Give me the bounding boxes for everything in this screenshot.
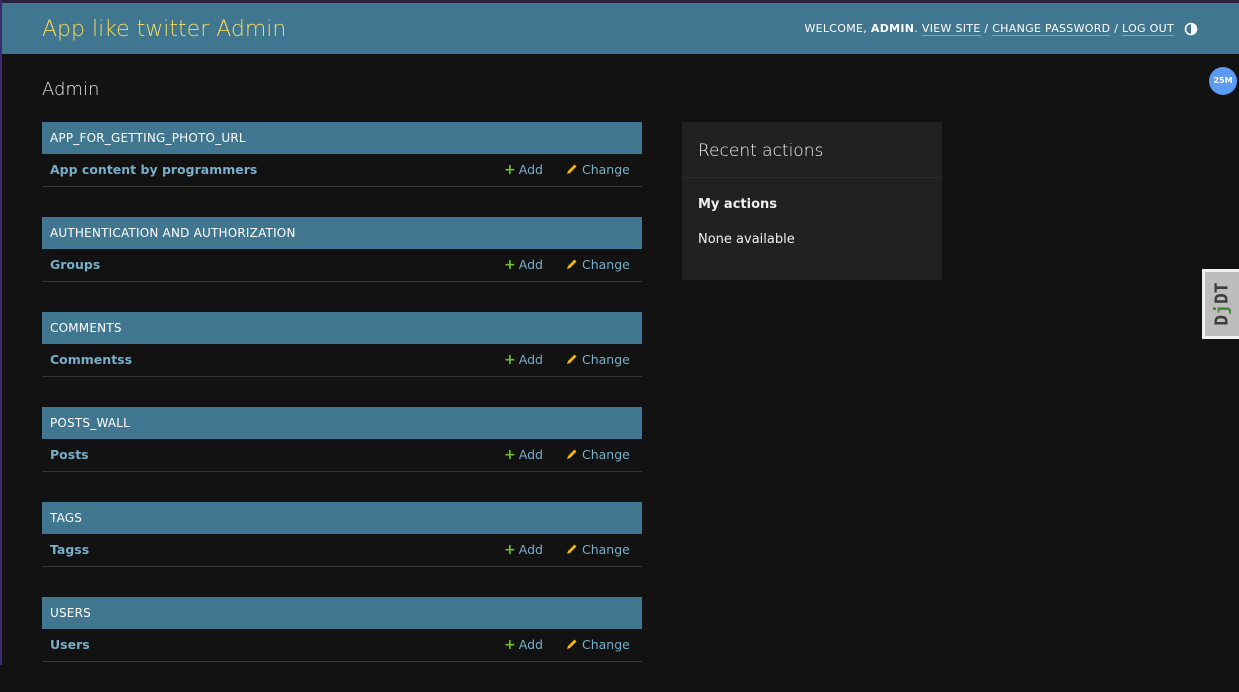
theme-toggle-icon[interactable]: [1184, 22, 1198, 36]
add-button[interactable]: + Add: [504, 542, 543, 558]
model-row: Posts + Add Change: [42, 439, 642, 472]
add-label: Add: [518, 637, 543, 652]
app-caption-link[interactable]: COMMENTS: [42, 312, 642, 344]
change-password-link[interactable]: CHANGE PASSWORD: [992, 22, 1111, 36]
add-label: Add: [518, 542, 543, 557]
pencil-icon: [567, 449, 577, 459]
app-caption-link[interactable]: APP_FOR_GETTING_PHOTO_URL: [42, 122, 642, 154]
change-label: Change: [582, 637, 630, 652]
djdt-logo: DjDT: [1212, 282, 1233, 325]
model-link[interactable]: Users: [50, 637, 90, 652]
change-label: Change: [582, 447, 630, 462]
model-link[interactable]: Groups: [50, 257, 100, 272]
change-button[interactable]: Change: [566, 162, 630, 177]
plus-icon: +: [504, 352, 516, 368]
app-caption-link[interactable]: AUTHENTICATION AND AUTHORIZATION: [42, 217, 642, 249]
admin-header: App like twitter Admin WELCOME, ADMIN. V…: [2, 3, 1239, 54]
change-button[interactable]: Change: [566, 637, 630, 652]
plus-icon: +: [504, 542, 516, 558]
app-caption-link[interactable]: USERS: [42, 597, 642, 629]
pencil-icon: [567, 164, 577, 174]
model-row: Users + Add Change: [42, 629, 642, 662]
app-module: POSTS_WALL Posts + Add Change: [42, 407, 642, 472]
separator: /: [1114, 22, 1119, 35]
change-button[interactable]: Change: [566, 257, 630, 272]
app-module: AUTHENTICATION AND AUTHORIZATION Groups …: [42, 217, 642, 282]
recent-actions-title: Recent actions: [682, 122, 942, 178]
add-label: Add: [518, 257, 543, 272]
memory-badge[interactable]: 25M: [1209, 67, 1237, 95]
add-button[interactable]: + Add: [504, 162, 543, 178]
model-link[interactable]: Tagss: [50, 542, 89, 557]
djdt-logo-d: D: [1211, 314, 1233, 326]
welcome-text: WELCOME,: [804, 22, 868, 35]
user-tools: WELCOME, ADMIN. VIEW SITE / CHANGE PASSW…: [804, 22, 1174, 36]
plus-icon: +: [504, 162, 516, 178]
add-label: Add: [518, 447, 543, 462]
model-row: Commentss + Add Change: [42, 344, 642, 377]
change-button[interactable]: Change: [566, 447, 630, 462]
separator: /: [984, 22, 989, 35]
add-button[interactable]: + Add: [504, 637, 543, 653]
change-label: Change: [582, 162, 630, 177]
change-button[interactable]: Change: [566, 542, 630, 557]
app-module: COMMENTS Commentss + Add Change: [42, 312, 642, 377]
page-title: Admin: [42, 79, 100, 100]
view-site-link[interactable]: VIEW SITE: [921, 22, 981, 36]
model-row: App content by programmers + Add Change: [42, 154, 642, 187]
empty-actions-text: None available: [698, 232, 795, 247]
pencil-icon: [567, 354, 577, 364]
log-out-link[interactable]: LOG OUT: [1122, 22, 1174, 36]
app-caption-link[interactable]: POSTS_WALL: [42, 407, 642, 439]
site-name-link[interactable]: App like twitter Admin: [42, 17, 286, 42]
add-button[interactable]: + Add: [504, 447, 543, 463]
model-link[interactable]: Commentss: [50, 352, 132, 367]
app-module: USERS Users + Add Change: [42, 597, 642, 662]
app-module: TAGS Tagss + Add Change: [42, 502, 642, 567]
pencil-icon: [567, 259, 577, 269]
my-actions-heading: My actions: [698, 197, 778, 212]
model-link[interactable]: App content by programmers: [50, 162, 257, 177]
app-list: APP_FOR_GETTING_PHOTO_URL App content by…: [42, 122, 642, 692]
change-label: Change: [582, 257, 630, 272]
app-caption-link[interactable]: TAGS: [42, 502, 642, 534]
model-row: Groups + Add Change: [42, 249, 642, 282]
djdt-logo-dt: DT: [1211, 282, 1233, 304]
plus-icon: +: [504, 637, 516, 653]
model-row: Tagss + Add Change: [42, 534, 642, 567]
pencil-icon: [567, 639, 577, 649]
plus-icon: +: [504, 447, 516, 463]
add-button[interactable]: + Add: [504, 352, 543, 368]
change-label: Change: [582, 352, 630, 367]
plus-icon: +: [504, 257, 516, 273]
debug-toolbar-handle[interactable]: DjDT: [1202, 269, 1239, 339]
window-left-border: [0, 0, 2, 665]
username: ADMIN: [870, 22, 915, 35]
recent-actions-panel: Recent actions My actions None available: [682, 122, 942, 280]
pencil-icon: [567, 544, 577, 554]
add-label: Add: [518, 162, 543, 177]
djdt-logo-j: j: [1211, 304, 1233, 315]
app-module: APP_FOR_GETTING_PHOTO_URL App content by…: [42, 122, 642, 187]
model-link[interactable]: Posts: [50, 447, 89, 462]
change-button[interactable]: Change: [566, 352, 630, 367]
add-button[interactable]: + Add: [504, 257, 543, 273]
add-label: Add: [518, 352, 543, 367]
change-label: Change: [582, 542, 630, 557]
